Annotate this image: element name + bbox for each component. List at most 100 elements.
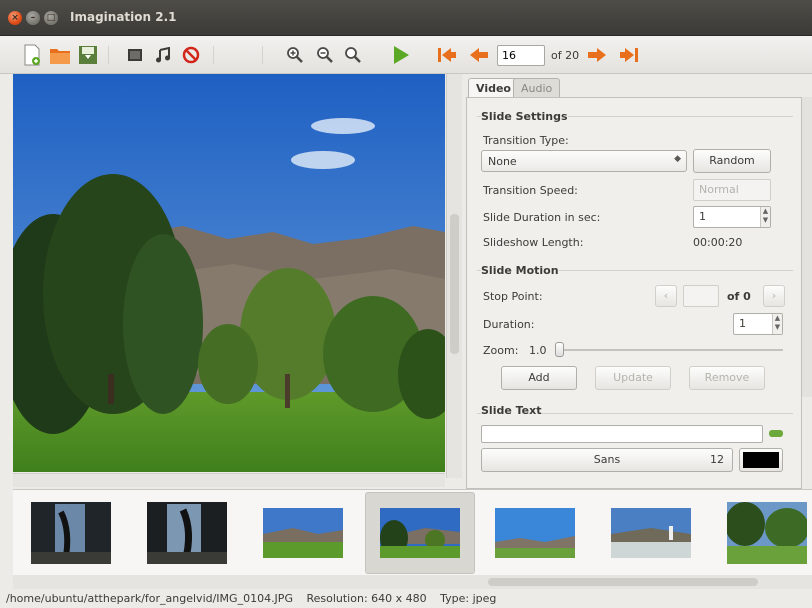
remove-slide-button[interactable] bbox=[177, 41, 205, 69]
stop-point-label: Stop Point: bbox=[483, 290, 543, 303]
zoom-in-icon bbox=[287, 47, 303, 63]
add-stop-point-button[interactable]: Add bbox=[501, 366, 577, 390]
slideshow-length-label: Slideshow Length: bbox=[483, 236, 584, 249]
next-slide-icon bbox=[588, 48, 606, 62]
thumbnail-slide[interactable] bbox=[495, 500, 575, 566]
motion-duration-spinner[interactable]: 1 ▲ ▼ bbox=[733, 313, 783, 335]
thumbnail-image bbox=[727, 502, 807, 564]
file-path: /home/ubuntu/atthepark/for_angelvid/IMG_… bbox=[6, 592, 293, 605]
new-project-icon bbox=[24, 44, 40, 66]
chevron-right-icon: › bbox=[771, 289, 777, 302]
thumbnail-slide[interactable] bbox=[263, 500, 343, 566]
thumbnails-scrollbar[interactable] bbox=[13, 575, 812, 589]
slide-thumbnails bbox=[13, 489, 812, 575]
thumbnail-slide-selected[interactable] bbox=[365, 492, 475, 574]
save-project-icon bbox=[79, 46, 97, 64]
transition-type-label: Transition Type: bbox=[483, 134, 569, 147]
transition-speed-label: Transition Speed: bbox=[483, 184, 578, 197]
preview-horizontal-scrollbar[interactable] bbox=[13, 473, 445, 487]
motion-duration-value: 1 bbox=[739, 317, 746, 330]
thumbnail-slide[interactable] bbox=[31, 500, 111, 566]
text-color-swatch bbox=[743, 452, 779, 468]
window-title: Imagination 2.1 bbox=[70, 10, 177, 24]
zoom-fit-button[interactable] bbox=[339, 41, 367, 69]
thumbnail-image bbox=[380, 508, 460, 558]
tab-audio[interactable]: Audio bbox=[513, 78, 561, 98]
play-button[interactable] bbox=[387, 41, 415, 69]
slide-duration-value: 1 bbox=[699, 210, 706, 223]
zoom-in-button[interactable] bbox=[281, 41, 309, 69]
play-icon bbox=[394, 46, 409, 64]
last-slide-button[interactable] bbox=[615, 41, 643, 69]
last-slide-icon bbox=[620, 48, 638, 62]
thumbnail-slide[interactable] bbox=[147, 500, 227, 566]
previous-slide-icon bbox=[470, 48, 488, 62]
spinner-arrows-icon[interactable]: ▲ ▼ bbox=[760, 207, 770, 227]
previous-slide-button[interactable] bbox=[465, 41, 493, 69]
save-project-button[interactable] bbox=[74, 41, 102, 69]
text-color-button[interactable] bbox=[739, 448, 783, 472]
slide-total-label: of 20 bbox=[551, 49, 580, 62]
scrollbar-thumb[interactable] bbox=[450, 214, 459, 354]
previous-stop-point-button[interactable]: ‹ bbox=[655, 285, 677, 307]
zoom-out-button[interactable] bbox=[311, 41, 339, 69]
tab-video[interactable]: Video bbox=[468, 78, 519, 98]
update-stop-point-button[interactable]: Update bbox=[595, 366, 671, 390]
motion-duration-label: Duration: bbox=[483, 318, 535, 331]
zoom-slider-handle[interactable] bbox=[555, 342, 564, 357]
close-window-button[interactable]: × bbox=[8, 11, 22, 25]
spinner-arrows-icon[interactable]: ▲ ▼ bbox=[772, 314, 782, 334]
remove-slide-icon bbox=[182, 46, 200, 64]
preview-vertical-scrollbar[interactable] bbox=[446, 74, 462, 478]
first-slide-button[interactable] bbox=[433, 41, 461, 69]
toolbar: of 20 bbox=[0, 36, 812, 74]
slide-text-title: Slide Text bbox=[481, 404, 542, 417]
zoom-slider-track[interactable] bbox=[559, 349, 783, 351]
transition-type-select[interactable]: None ◆ bbox=[481, 150, 687, 172]
remove-stop-point-button[interactable]: Remove bbox=[689, 366, 765, 390]
text-options-icon[interactable] bbox=[769, 430, 783, 437]
zoom-fit-icon bbox=[345, 47, 361, 63]
status-bar: /home/ubuntu/atthepark/for_angelvid/IMG_… bbox=[0, 590, 812, 608]
add-music-button[interactable] bbox=[149, 41, 177, 69]
random-button[interactable]: Random bbox=[693, 149, 771, 173]
zoom-label: Zoom: bbox=[483, 344, 519, 357]
slide-text-input[interactable] bbox=[481, 425, 763, 443]
slide-duration-spinner[interactable]: 1 ▲ ▼ bbox=[693, 206, 771, 228]
transition-type-value: None bbox=[488, 155, 517, 168]
scrollbar-thumb[interactable] bbox=[488, 578, 758, 586]
font-size: 12 bbox=[710, 453, 724, 466]
add-slide-button[interactable] bbox=[121, 41, 149, 69]
add-slide-icon bbox=[128, 49, 142, 61]
font-selector-button[interactable]: Sans 12 bbox=[481, 448, 733, 472]
thumbnail-image bbox=[263, 508, 343, 558]
next-slide-button[interactable] bbox=[583, 41, 611, 69]
next-stop-point-button[interactable]: › bbox=[763, 285, 785, 307]
thumbnail-image bbox=[147, 502, 227, 564]
maximize-window-button[interactable]: □ bbox=[44, 11, 58, 25]
add-music-icon bbox=[156, 47, 170, 63]
stop-point-count: of 0 bbox=[727, 290, 751, 303]
current-slide-input[interactable] bbox=[497, 45, 545, 66]
thumbnail-slide[interactable] bbox=[611, 500, 691, 566]
panel-scrollbar[interactable] bbox=[802, 97, 812, 397]
font-name: Sans bbox=[593, 453, 621, 466]
open-project-icon bbox=[50, 49, 70, 64]
minimize-window-button[interactable]: – bbox=[26, 11, 40, 25]
maximize-icon: □ bbox=[46, 13, 56, 23]
preview-photo bbox=[13, 74, 445, 472]
minimize-icon: – bbox=[30, 13, 36, 23]
stop-point-field[interactable] bbox=[683, 285, 719, 307]
combo-arrows-icon: ◆ bbox=[674, 154, 681, 164]
new-project-button[interactable] bbox=[18, 41, 46, 69]
title-bar: × – □ Imagination 2.1 bbox=[0, 0, 812, 36]
video-settings-panel: Slide Settings Transition Type: None ◆ R… bbox=[466, 97, 802, 489]
thumbnail-slide[interactable] bbox=[727, 500, 807, 566]
close-icon: × bbox=[11, 13, 19, 23]
transition-speed-select[interactable]: Normal bbox=[693, 179, 771, 201]
thumbnail-image bbox=[31, 502, 111, 564]
slide-settings-title: Slide Settings bbox=[481, 110, 568, 123]
slide-preview[interactable] bbox=[13, 74, 445, 472]
open-project-button[interactable] bbox=[46, 41, 74, 69]
first-slide-icon bbox=[438, 48, 456, 62]
